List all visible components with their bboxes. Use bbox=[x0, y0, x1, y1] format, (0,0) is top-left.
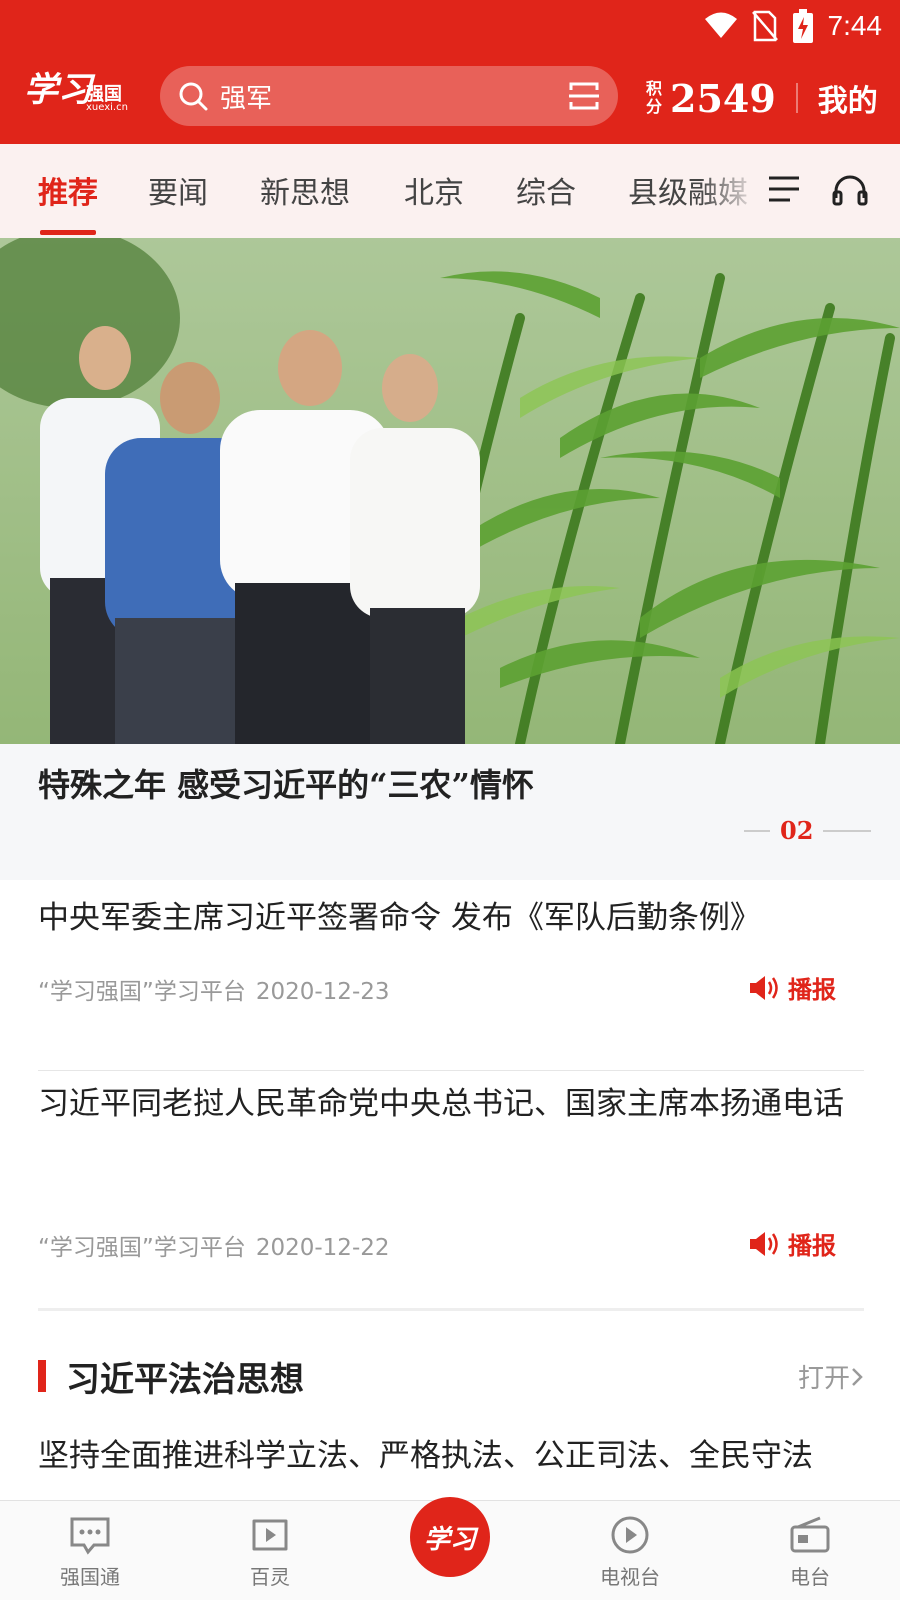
tab-recommend[interactable]: 推荐 bbox=[38, 168, 98, 212]
nav-center-study-button[interactable]: 学习 bbox=[410, 1497, 490, 1577]
search-icon bbox=[179, 82, 208, 111]
tab-new-thought[interactable]: 新思想 bbox=[260, 168, 350, 212]
news-item[interactable]: 习近平同老挝人民革命党中央总书记、国家主席本扬通电话 “学习强国”学习平台 202… bbox=[38, 1078, 864, 1268]
points-display[interactable]: 积分 2549 我的 bbox=[646, 70, 878, 126]
nav-label: 电台 bbox=[790, 1565, 830, 1589]
no-sim-icon bbox=[751, 10, 778, 42]
channel-tabs: 推荐 要闻 新思想 北京 综合 县级融媒 bbox=[0, 144, 900, 238]
search-query: 强军 bbox=[220, 83, 273, 114]
play-video-icon bbox=[252, 1519, 288, 1551]
nav-label: 强国通 bbox=[60, 1565, 120, 1589]
broadcast-button[interactable]: 播报 bbox=[748, 1226, 836, 1261]
speaker-icon bbox=[750, 975, 778, 1000]
nav-center-label: 学习 bbox=[423, 1524, 476, 1555]
carousel-indicator: 02 bbox=[744, 816, 872, 845]
tab-beijing[interactable]: 北京 bbox=[404, 168, 464, 212]
headphones-icon[interactable] bbox=[832, 174, 868, 206]
broadcast-button[interactable]: 播报 bbox=[748, 970, 836, 1005]
status-time: 7:44 bbox=[827, 10, 883, 41]
chevron-right-icon bbox=[852, 1367, 863, 1386]
nav-item-qiangguotong[interactable]: 强国通 bbox=[30, 1515, 150, 1590]
logo-domain: xuexi.cn bbox=[86, 102, 128, 113]
news-item[interactable]: 中央军委主席习近平签署命令 发布《军队后勤条例》 “学习强国”学习平台 2020-… bbox=[38, 892, 864, 1022]
bottom-nav: 强国通 百灵 学习 电视台 电台 bbox=[0, 1497, 900, 1600]
points-label: 积分 bbox=[646, 79, 663, 116]
play-circle-icon bbox=[611, 1516, 649, 1554]
tab-fade bbox=[700, 144, 760, 238]
news-source: “学习强国”学习平台 bbox=[38, 979, 246, 1005]
hero-image[interactable] bbox=[0, 238, 900, 744]
section-marker bbox=[38, 1360, 46, 1392]
menu-icon[interactable] bbox=[768, 174, 800, 204]
broadcast-label: 播报 bbox=[788, 976, 836, 1004]
hero-title: 特殊之年 感受习近平的“三农”情怀 bbox=[38, 766, 534, 804]
app-header: 7:44 学习 强国 xuexi.cn 强军 积分 2549 我的 bbox=[0, 0, 900, 144]
section-open-label: 打开 bbox=[797, 1364, 850, 1394]
hero-photo bbox=[0, 238, 900, 744]
news-date: 2020-12-22 bbox=[255, 1235, 390, 1261]
speaker-icon bbox=[750, 1231, 778, 1256]
news-title: 中央军委主席习近平签署命令 发布《军队后勤条例》 bbox=[38, 900, 761, 936]
section-preview-text[interactable]: 坚持全面推进科学立法、严格执法、公正司法、全民守法 bbox=[38, 1430, 864, 1500]
nav-item-radio[interactable]: 电台 bbox=[750, 1515, 870, 1590]
hero-caption[interactable]: 特殊之年 感受习近平的“三农”情怀 02 bbox=[0, 744, 900, 880]
radio-icon bbox=[790, 1516, 830, 1553]
section-title: 习近平法治思想 bbox=[66, 1360, 304, 1400]
indicator-line-right bbox=[823, 829, 872, 832]
broadcast-label: 播报 bbox=[788, 1232, 836, 1260]
header-divider bbox=[795, 83, 798, 113]
app-logo[interactable]: 学习 强国 xuexi.cn bbox=[24, 62, 132, 118]
section-divider bbox=[38, 1308, 864, 1311]
news-meta: “学习强国”学习平台 2020-12-23 bbox=[38, 972, 390, 1006]
nav-label: 百灵 bbox=[250, 1565, 290, 1589]
status-bar: 7:44 bbox=[704, 6, 883, 46]
carousel-page-number: 02 bbox=[780, 816, 814, 845]
tab-active-indicator bbox=[40, 230, 96, 235]
battery-charging-icon bbox=[792, 9, 813, 43]
search-box[interactable]: 强军 bbox=[160, 66, 618, 126]
chat-icon bbox=[70, 1517, 110, 1555]
news-divider bbox=[38, 1070, 864, 1071]
news-date: 2020-12-23 bbox=[255, 979, 390, 1005]
nav-item-tv[interactable]: 电视台 bbox=[570, 1515, 690, 1590]
indicator-line-left bbox=[744, 829, 770, 832]
news-source: “学习强国”学习平台 bbox=[38, 1235, 246, 1261]
logo-script: 学习 bbox=[24, 70, 92, 110]
nav-item-bailing[interactable]: 百灵 bbox=[210, 1515, 330, 1590]
tab-news[interactable]: 要闻 bbox=[148, 168, 208, 212]
section-open-link[interactable]: 打开 bbox=[798, 1358, 864, 1395]
points-value: 2549 bbox=[670, 75, 776, 121]
news-title: 习近平同老挝人民革命党中央总书记、国家主席本扬通电话 bbox=[38, 1086, 844, 1122]
tab-general[interactable]: 综合 bbox=[516, 168, 576, 212]
nav-label: 电视台 bbox=[600, 1565, 660, 1589]
news-meta: “学习强国”学习平台 2020-12-22 bbox=[38, 1228, 390, 1262]
mine-button[interactable]: 我的 bbox=[818, 76, 878, 120]
wifi-icon bbox=[704, 12, 737, 38]
scan-icon[interactable] bbox=[568, 81, 600, 111]
